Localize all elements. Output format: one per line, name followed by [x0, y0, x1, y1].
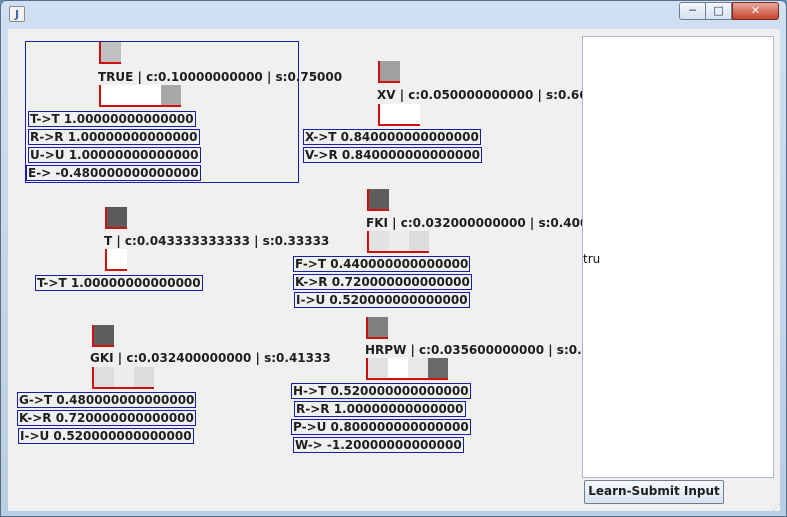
minimize-button[interactable]: ─: [679, 2, 706, 20]
node-strip: [367, 231, 429, 253]
strip-cell: [141, 85, 161, 105]
strip-cell: [408, 358, 428, 378]
strip-cell: [428, 358, 448, 378]
rule-entry: I->U 0.520000000000000: [18, 428, 194, 444]
strip-cell: [389, 231, 409, 251]
strip-cell: [368, 358, 388, 378]
node-color-swatch: [366, 317, 388, 339]
node-strip: [92, 367, 154, 389]
strip-cell: [94, 367, 114, 387]
strip-cell: [400, 104, 420, 124]
node-strip: [378, 104, 420, 126]
strip-cell: [369, 231, 389, 251]
strip-cell: [121, 85, 141, 105]
input-textarea[interactable]: tru: [582, 36, 774, 478]
title-bar[interactable]: J ─ □ ✕: [1, 1, 786, 28]
node-label: TRUE | c:0.10000000000 | s:0.75000: [98, 70, 343, 84]
strip-cell: [409, 231, 429, 251]
input-textarea-value: tru: [583, 252, 601, 266]
node-color-swatch: [99, 42, 121, 64]
strip-cell: [134, 367, 154, 387]
node-color-swatch: [92, 325, 114, 347]
rule-entry: E-> -0.480000000000000: [26, 165, 201, 181]
rule-entry: X->T 0.840000000000000: [303, 129, 481, 145]
strip-cell: [388, 358, 408, 378]
node-color-swatch: [367, 189, 389, 211]
rule-entry: H->T 0.520000000000000: [291, 383, 471, 399]
rule-entry: K->R 0.720000000000000: [293, 274, 472, 290]
rule-entry: U->U 1.00000000000000: [28, 147, 201, 163]
rule-entry: P->U 0.800000000000000: [291, 419, 471, 435]
node-label: FKI | c:0.032000000000 | s:0.40000: [366, 216, 606, 230]
resize-grip-icon[interactable]: ⋰: [772, 503, 780, 512]
rule-entry: T->T 1.00000000000000: [28, 111, 196, 127]
app-window: J ─ □ ✕ TRUE | c:0.10000000000 | s:0.750…: [0, 0, 787, 517]
rule-entry: R->R 1.00000000000000: [294, 401, 466, 417]
rule-entry: R->R 1.00000000000000: [28, 129, 200, 145]
strip-cell: [101, 85, 121, 105]
strip-cell: [107, 249, 127, 269]
rule-entry: F->T 0.440000000000000: [293, 256, 471, 272]
rule-entry: W-> -1.20000000000000: [293, 437, 464, 453]
node-strip: [99, 85, 181, 107]
strip-cell: [114, 367, 134, 387]
rule-entry: I->U 0.520000000000000: [294, 292, 470, 308]
node-color-swatch: [105, 207, 127, 229]
close-button[interactable]: ✕: [732, 2, 779, 20]
node-strip: [105, 249, 127, 271]
maximize-button[interactable]: □: [705, 2, 732, 20]
rule-entry: K->R 0.720000000000000: [17, 410, 196, 426]
node-label: XV | c:0.050000000000 | s:0.66667: [377, 88, 613, 102]
node-color-swatch: [378, 61, 400, 83]
node-strip: [366, 358, 448, 380]
strip-cell: [161, 85, 181, 105]
node-label: T | c:0.043333333333 | s:0.33333: [104, 234, 330, 248]
rule-entry: G->T 0.480000000000000: [17, 392, 197, 408]
main-panel: TRUE | c:0.10000000000 | s:0.75000 T->T …: [8, 29, 780, 512]
learn-submit-button[interactable]: Learn-Submit Input: [584, 480, 724, 504]
strip-cell: [380, 104, 400, 124]
rule-entry: T->T 1.00000000000000: [35, 275, 203, 291]
node-label: GKI | c:0.032400000000 | s:0.41333: [90, 351, 331, 365]
rule-entry: V->R 0.840000000000000: [303, 147, 483, 163]
java-app-icon: J: [9, 6, 25, 22]
